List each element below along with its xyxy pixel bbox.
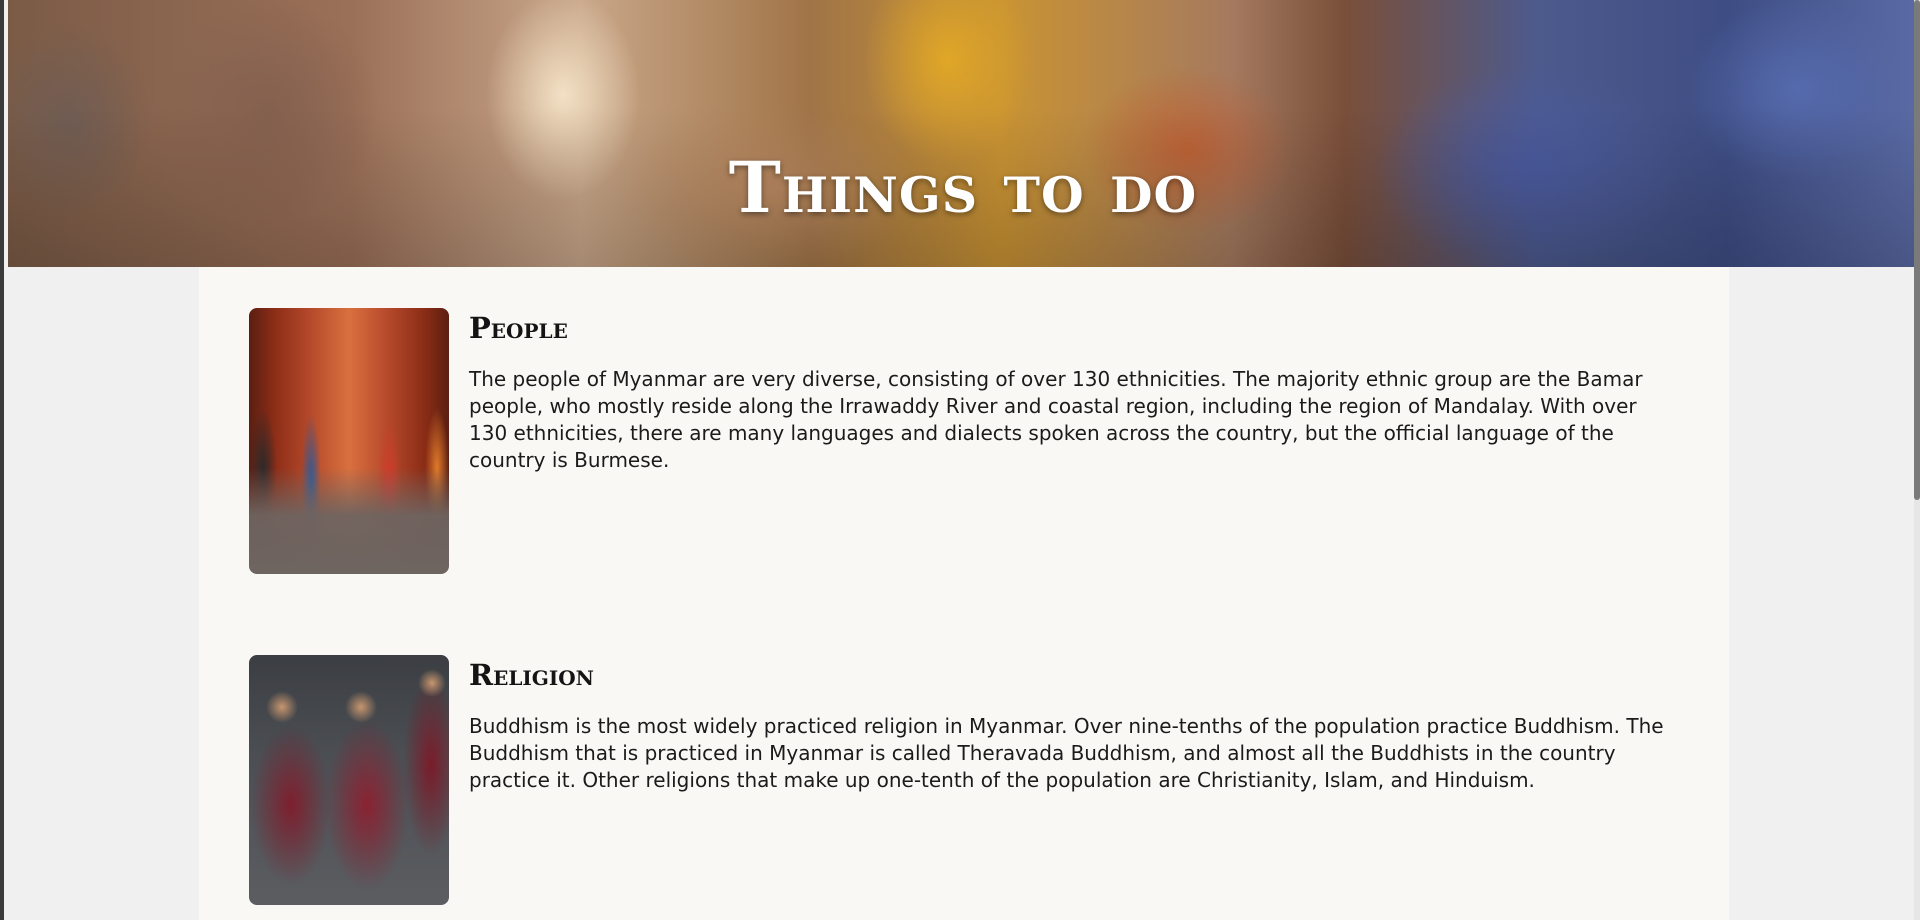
- scrollbar-track[interactable]: [1914, 0, 1920, 920]
- section-body-people: The people of Myanmar are very diverse, …: [469, 367, 1643, 472]
- people-photo-icon: [249, 308, 449, 574]
- section-text: People The people of Myanmar are very di…: [469, 308, 1679, 474]
- section-body-religion: Buddhism is the most widely practiced re…: [469, 714, 1664, 792]
- page: Things to do People The people of Myanma…: [0, 0, 1920, 920]
- section-heading-people: People: [469, 311, 568, 345]
- section-heading-religion: Religion: [469, 658, 594, 692]
- page-title: Things to do: [728, 146, 1198, 229]
- section-text: Religion Buddhism is the most widely pra…: [469, 655, 1679, 794]
- monks-photo-icon: [249, 655, 449, 905]
- content-panel: People The people of Myanmar are very di…: [199, 267, 1729, 920]
- scrollbar-thumb[interactable]: [1914, 0, 1920, 500]
- hero-banner: Things to do: [8, 0, 1918, 267]
